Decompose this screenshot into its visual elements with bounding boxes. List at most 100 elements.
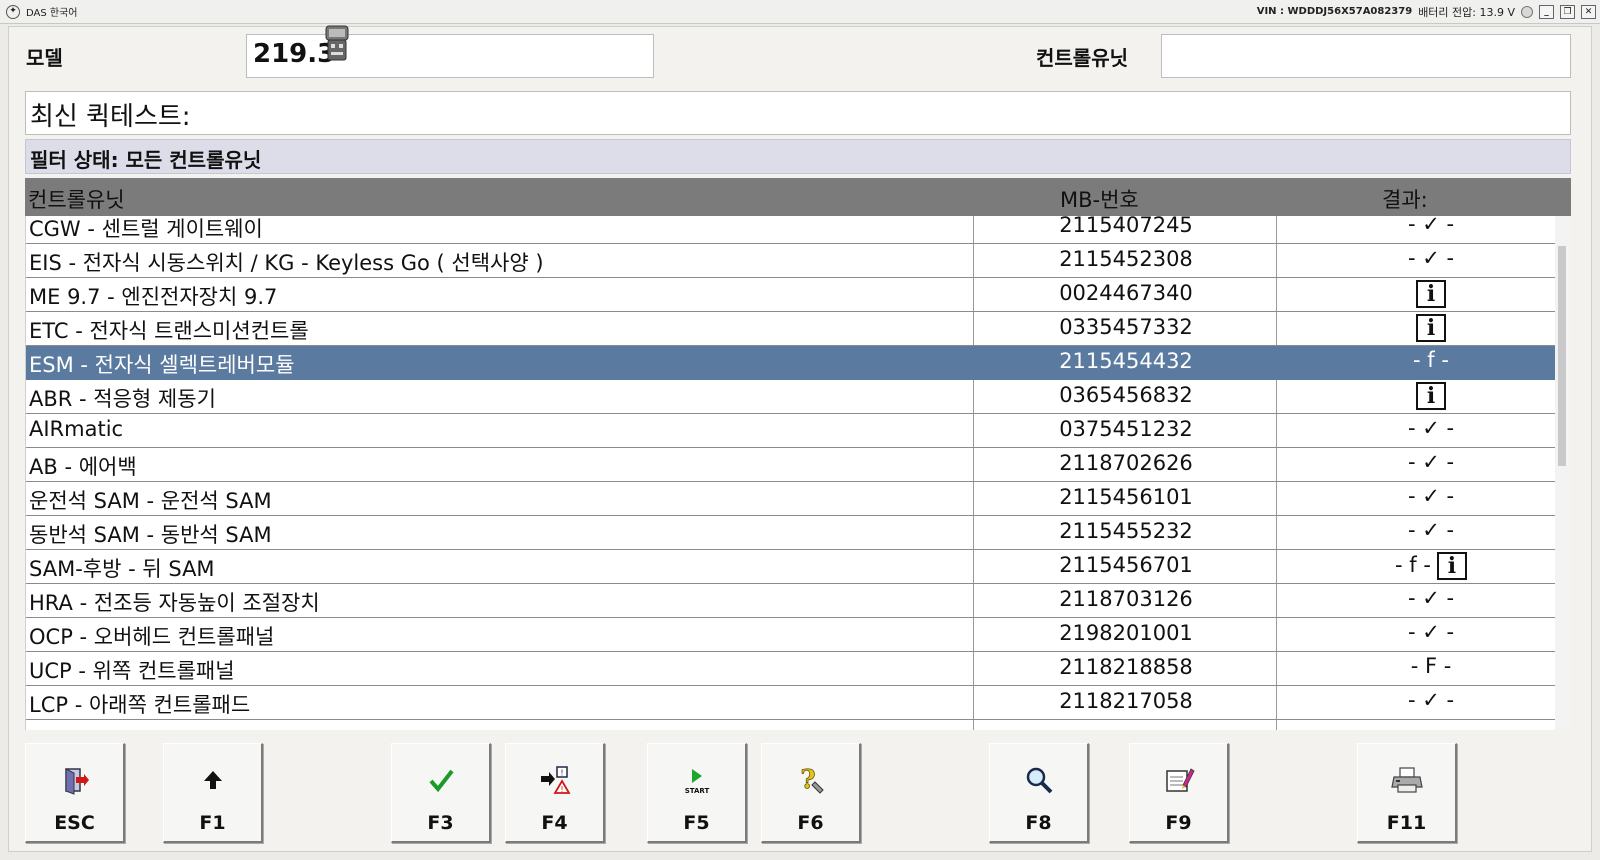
test-result: - ✓ - <box>1281 416 1555 440</box>
mb-number: 2115456701 <box>1059 553 1193 577</box>
table-row[interactable]: SAM-후방 - 뒤 SAM 2115456701 - f -i <box>26 550 1555 584</box>
test-result: - ✓ - <box>1281 216 1555 236</box>
f6-label: F6 <box>797 812 824 834</box>
f5-button[interactable]: START F5 <box>647 743 747 843</box>
control-unit-label: 컨트롤유닛 <box>1036 46 1128 70</box>
minimize-button[interactable]: _ <box>1539 4 1554 19</box>
control-unit-name: SAM-후방 - 뒤 SAM <box>29 557 215 581</box>
table-row[interactable]: ME 9.7 - 엔진전자장치 9.7 0024467340 i <box>26 278 1555 312</box>
f8-button[interactable]: F8 <box>989 743 1089 843</box>
scrollbar-thumb[interactable] <box>1558 246 1566 466</box>
start-play-icon: START <box>684 769 709 795</box>
result-text: - f - <box>1413 348 1449 372</box>
table-row[interactable]: HRA - 전조등 자동높이 조절장치 2118703126 - ✓ - <box>26 584 1555 618</box>
f8-label: F8 <box>1025 812 1052 834</box>
test-result: - ✓ - <box>1281 450 1555 474</box>
mb-number: 0375451232 <box>1059 417 1193 441</box>
exit-door-icon <box>64 768 89 795</box>
mb-number: 2115456101 <box>1059 485 1193 509</box>
mb-number: 0024467340 <box>1059 281 1193 305</box>
table-row[interactable]: ABR - 적응형 제동기 0365456832 i <box>26 380 1555 414</box>
table-row[interactable]: ETC - 전자식 트랜스미션컨트롤 0335457332 i <box>26 312 1555 346</box>
mb-number: 2118218858 <box>1059 655 1193 679</box>
mb-number: 2115454432 <box>1059 349 1193 373</box>
f11-button[interactable]: F11 <box>1357 743 1457 843</box>
f9-button[interactable]: F9 <box>1129 743 1229 843</box>
control-unit-name: UCP - 위쪽 컨트롤패널 <box>29 659 235 683</box>
info-icon[interactable]: i <box>1416 280 1446 308</box>
mb-number: 2118702626 <box>1059 451 1193 475</box>
info-icon[interactable]: i <box>1416 382 1446 410</box>
result-text: - ✓ - <box>1407 518 1455 542</box>
control-unit-name: AIRmatic <box>29 417 124 441</box>
magnifier-icon <box>1026 767 1052 794</box>
test-result: - ✓ - <box>1281 518 1555 542</box>
svg-text:?: ? <box>800 765 815 795</box>
table-scrollbar[interactable] <box>1555 216 1571 730</box>
info-icon[interactable]: i <box>1436 552 1467 580</box>
f6-button[interactable]: ? F6 <box>761 743 861 843</box>
control-unit-name: ME 9.7 - 엔진전자장치 9.7 <box>29 285 278 309</box>
fault-warning-icon: ! ! <box>540 766 571 794</box>
mb-number: 2118703126 <box>1059 587 1193 611</box>
table-row[interactable]: AIRmatic 0375451232 - ✓ - <box>26 414 1555 448</box>
table-row[interactable]: ESM - 전자식 셀렉트레버모듈 2115454432 - f - <box>26 346 1555 380</box>
f4-label: F4 <box>541 812 568 834</box>
header-mb-number: MB-번호 <box>1060 188 1139 212</box>
table-header: 컨트롤유닛 MB-번호 결과: <box>25 178 1571 216</box>
model-field[interactable]: 219.3 <box>246 34 654 78</box>
table-row[interactable]: EIS - 전자식 시동스위치 / KG - Keyless Go ( 선택사양… <box>26 244 1555 278</box>
filter-status: 필터 상태: 모든 컨트롤유닛 <box>25 139 1571 174</box>
mercedes-star-icon: ✦ <box>6 4 20 19</box>
control-unit-name: 운전석 SAM - 운전석 SAM <box>29 489 272 513</box>
mb-number: 0365456832 <box>1059 383 1193 407</box>
result-text: - ✓ - <box>1407 586 1455 610</box>
result-text: - f - <box>1395 553 1431 577</box>
test-result: - ✓ - <box>1281 586 1555 610</box>
restore-button[interactable]: ❐ <box>1560 4 1575 19</box>
control-unit-field[interactable] <box>1161 34 1571 78</box>
info-icon[interactable]: i <box>1416 314 1446 342</box>
svg-text:!: ! <box>560 785 563 794</box>
test-result: - ✓ - <box>1281 688 1555 712</box>
f1-label: F1 <box>199 812 226 834</box>
f3-button[interactable]: F3 <box>391 743 491 843</box>
test-result: - ✓ - <box>1281 246 1555 270</box>
control-unit-name: CGW - 센트럴 게이트웨이 <box>29 217 263 241</box>
notepad-pen-icon <box>1165 768 1195 792</box>
result-text: - ✓ - <box>1407 216 1455 236</box>
battery-voltage: 배터리 전압: 13.9 V <box>1418 5 1515 19</box>
table-row[interactable]: CGW - 센트럴 게이트웨이 2115407245 - ✓ - <box>26 216 1555 244</box>
close-button[interactable]: ✕ <box>1581 4 1596 19</box>
svg-text:START: START <box>684 787 709 795</box>
header-control-unit: 컨트롤유닛 <box>28 188 125 212</box>
control-unit-name: OCP - 오버헤드 컨트롤패널 <box>29 625 275 649</box>
help-question-icon: ? <box>799 765 824 795</box>
f1-button[interactable]: F1 <box>163 743 263 843</box>
control-unit-name: EIS - 전자식 시동스위치 / KG - Keyless Go ( 선택사양… <box>29 251 544 275</box>
arrow-up-icon <box>203 771 222 789</box>
test-result: - F - <box>1281 654 1555 678</box>
table-row[interactable]: UCP - 위쪽 컨트롤패널 2118218858 - F - <box>26 652 1555 686</box>
control-unit-name: 동반석 SAM - 동반석 SAM <box>29 523 272 547</box>
status-light-icon <box>1521 5 1533 18</box>
f5-label: F5 <box>683 812 710 834</box>
f11-label: F11 <box>1386 812 1427 834</box>
esc-button[interactable]: ESC <box>25 743 125 843</box>
table-row[interactable]: OCP - 오버헤드 컨트롤패널 2198201001 - ✓ - <box>26 618 1555 652</box>
model-selector-icon[interactable] <box>322 22 352 66</box>
control-unit-name: ETC - 전자식 트랜스미션컨트롤 <box>29 319 309 343</box>
test-result: - ✓ - <box>1281 620 1555 644</box>
table-row[interactable]: AB - 에어백 2118702626 - ✓ - <box>26 448 1555 482</box>
table-row[interactable]: 운전석 SAM - 운전석 SAM 2115456101 - ✓ - <box>26 482 1555 516</box>
title-status: VIN : WDDDJ56X57A082379 배터리 전압: 13.9 V _… <box>1257 4 1600 20</box>
result-text: - ✓ - <box>1407 484 1455 508</box>
table-row[interactable]: LCP - 아래쪽 컨트롤패드 2118217058 - ✓ - <box>26 686 1555 720</box>
f4-button[interactable]: ! ! F4 <box>505 743 605 843</box>
table-row[interactable]: 동반석 SAM - 동반석 SAM 2115455232 - ✓ - <box>26 516 1555 550</box>
control-unit-table[interactable]: CGW - 센트럴 게이트웨이 2115407245 - ✓ - EIS - 전자식 … <box>25 216 1555 730</box>
result-text: - ✓ - <box>1407 246 1455 270</box>
test-result: i <box>1281 382 1555 410</box>
window-title: DAS 한국어 <box>26 8 78 19</box>
test-result: i <box>1281 280 1555 308</box>
